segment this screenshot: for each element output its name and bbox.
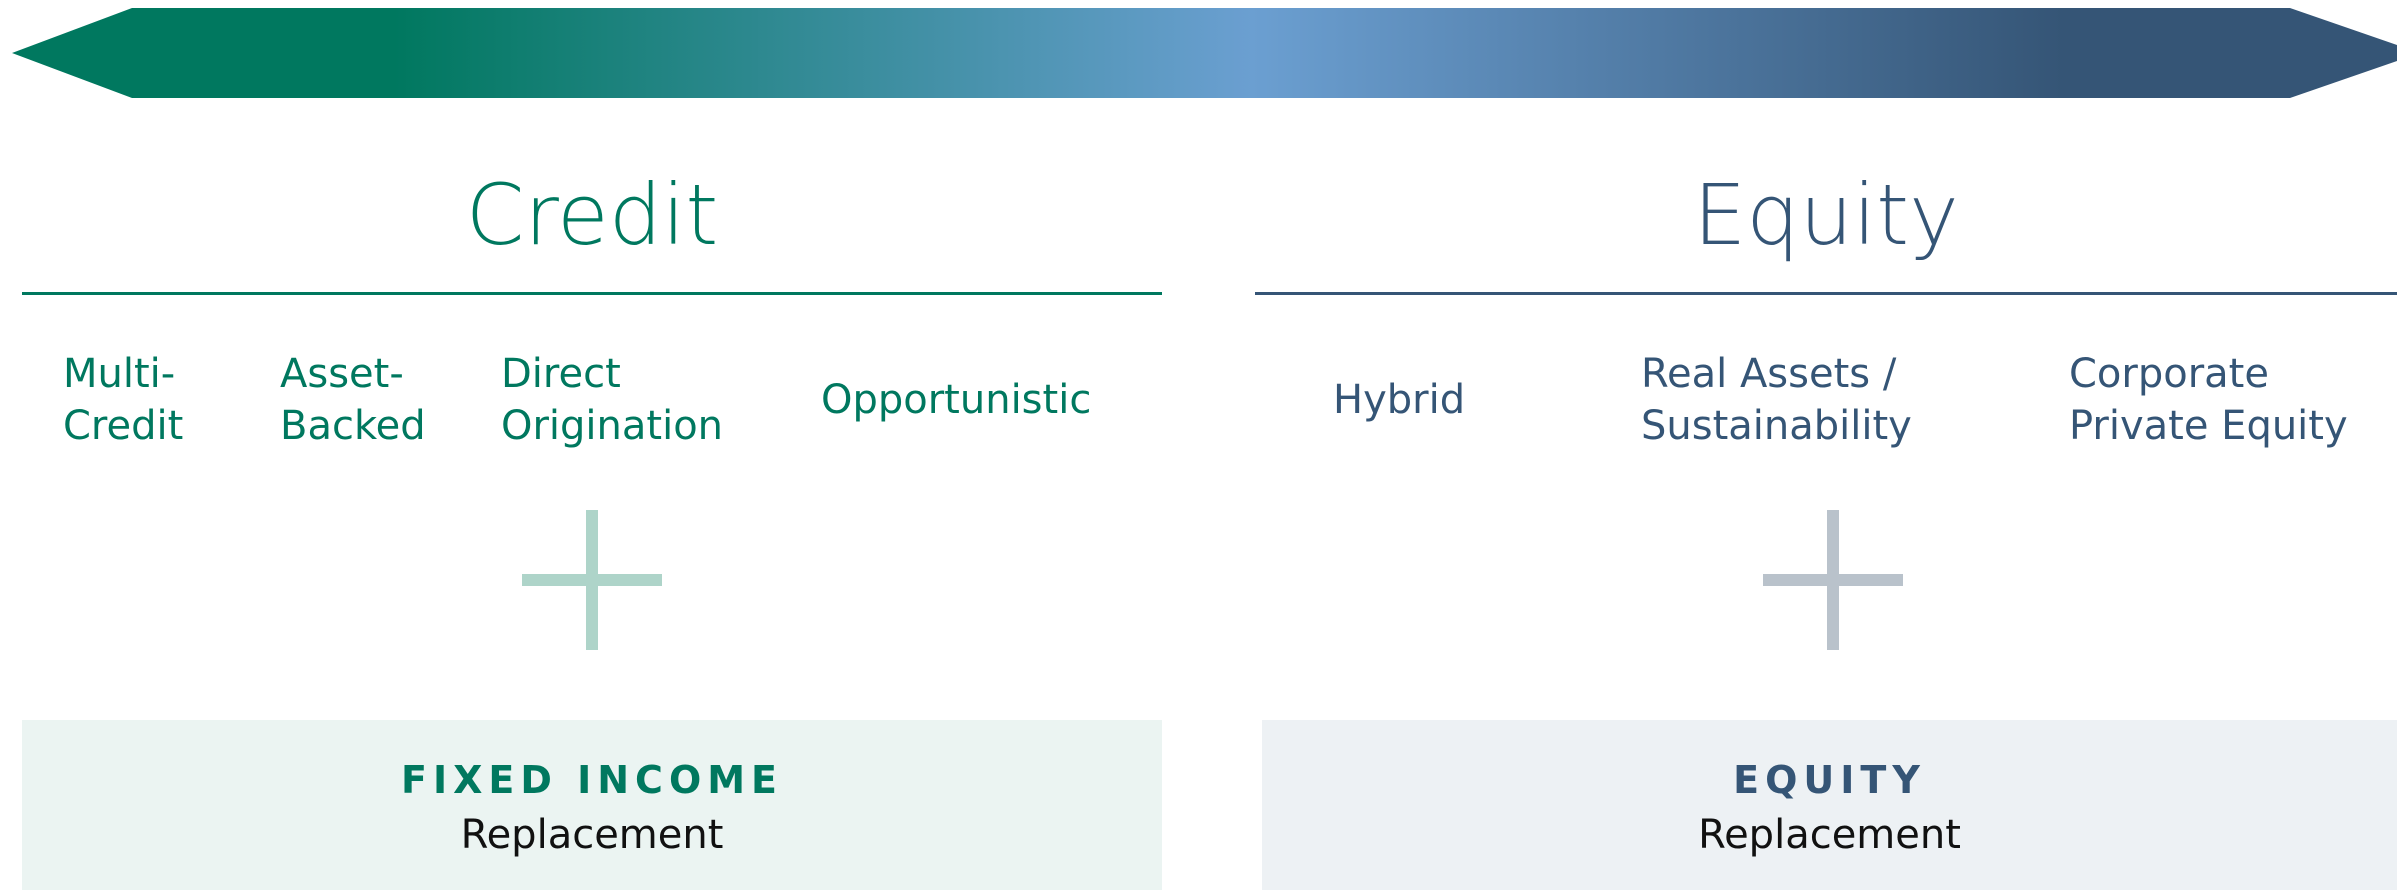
credit-title: Credit xyxy=(465,166,719,264)
equity-title: Equity xyxy=(1693,166,1959,264)
plus-icon xyxy=(522,510,662,650)
box-heading: EQUITY xyxy=(1733,758,1926,802)
category-real-assets-sustainability: Real Assets / Sustainability xyxy=(1641,351,1912,449)
category-multi-credit: Multi- Credit xyxy=(63,351,184,449)
box-heading: FIXED INCOME xyxy=(400,758,784,802)
category-direct-origination: Direct Origination xyxy=(501,351,724,449)
credit-divider xyxy=(22,292,1162,295)
plus-icon xyxy=(1763,510,1903,650)
equity-divider xyxy=(1255,292,2397,295)
category-corporate-private-equity: Corporate Private Equity xyxy=(2069,351,2348,449)
equity-replacement-box: EQUITY Replacement xyxy=(1262,720,2397,890)
fixed-income-replacement-box: FIXED INCOME Replacement xyxy=(22,720,1162,890)
box-subheading: Replacement xyxy=(460,812,724,858)
category-hybrid: Hybrid xyxy=(1333,377,1466,423)
double-headed-arrow-icon xyxy=(12,8,2397,98)
category-opportunistic: Opportunistic xyxy=(821,377,1092,423)
box-subheading: Replacement xyxy=(1698,812,1961,858)
arrow-shape xyxy=(12,8,2397,98)
category-asset-backed: Asset- Backed xyxy=(280,351,426,449)
